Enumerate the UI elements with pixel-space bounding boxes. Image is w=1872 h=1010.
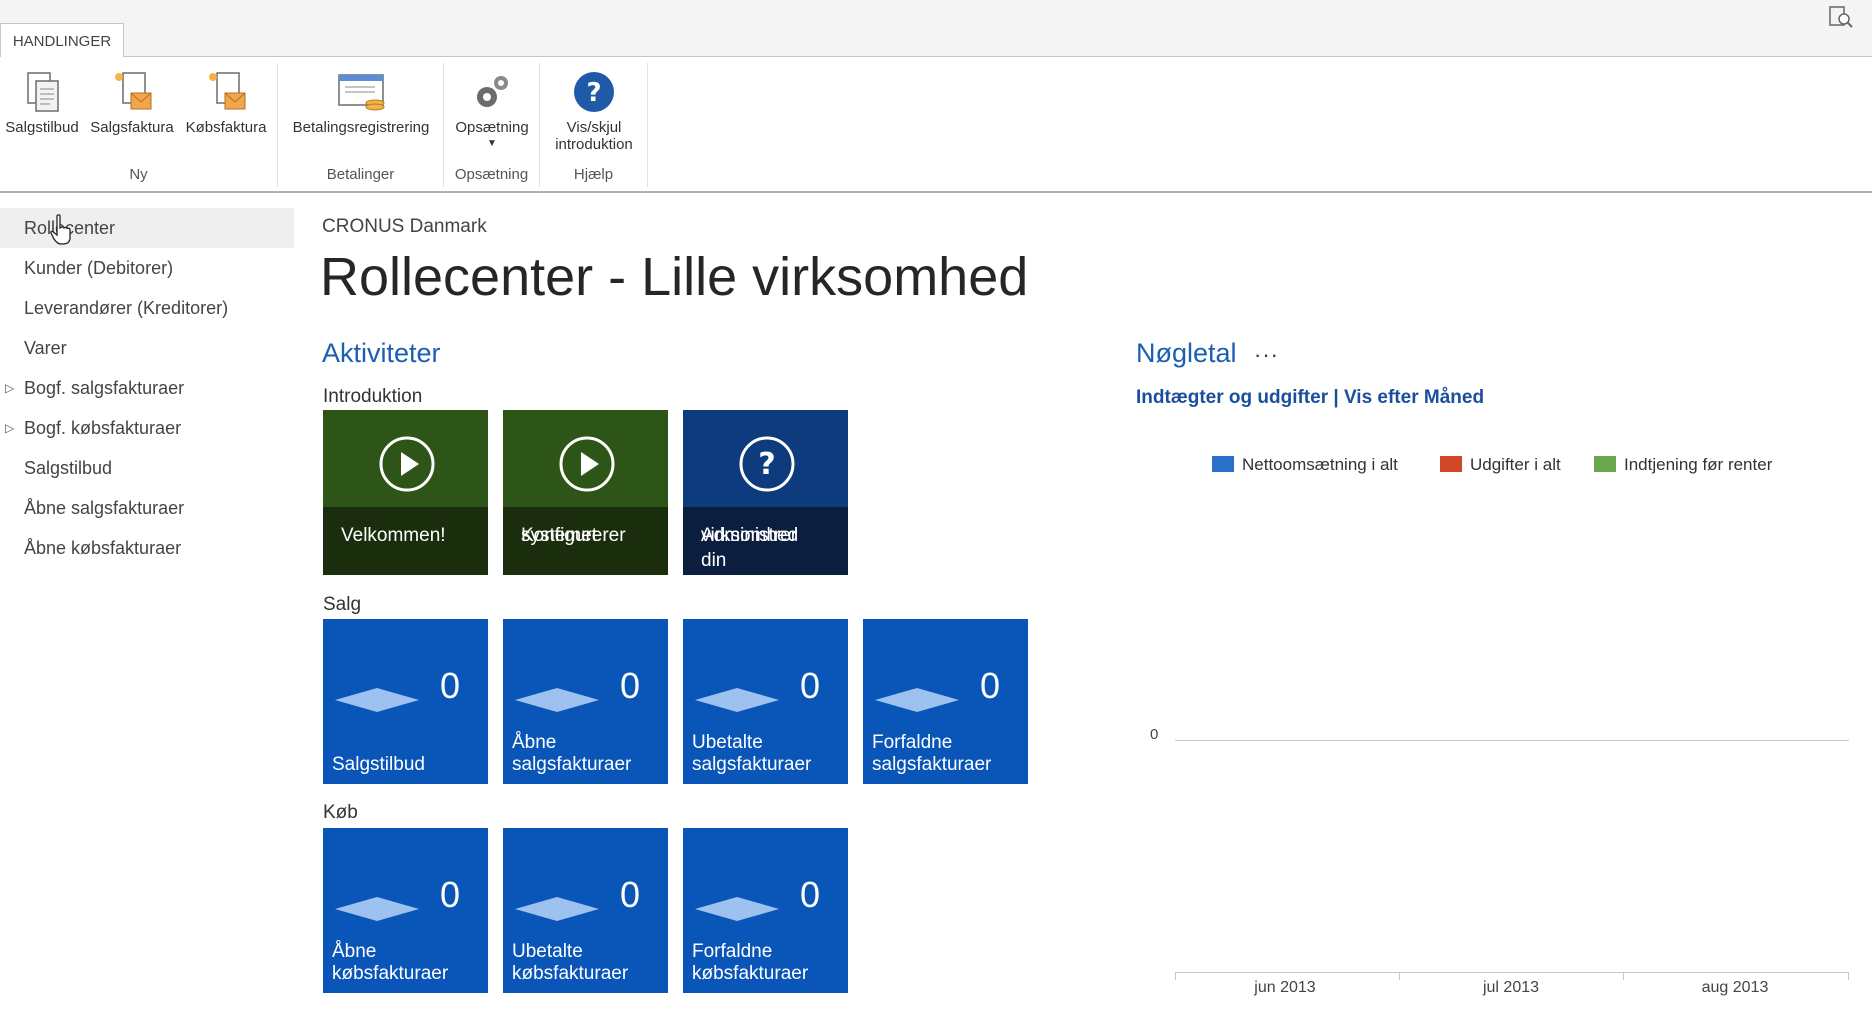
document-icon [27,72,59,112]
chart-legend-item: Indtjening før renter [1594,455,1772,475]
cue-icon [335,897,419,921]
cue-icon [875,688,959,712]
ribbon-group-ny: Salgstilbud Salgsfaktura Købsfaktura Ny [0,63,278,187]
play-icon [559,436,615,492]
svg-text:?: ? [758,447,775,482]
tile-count: 0 [619,665,640,706]
find-icon[interactable] [1828,4,1854,30]
ribbon-group-label: Opsætning [454,166,529,183]
chart-legend-item: Udgifter i alt [1440,455,1561,475]
chart-y-label: 0 [1150,726,1159,743]
cue-icon [695,897,779,921]
page-title: Rollecenter - Lille virksomhed [320,247,1029,307]
nav-item-kunder[interactable]: Kunder (Debitorer) [0,248,294,288]
chart-x-tick [1623,972,1624,980]
gears-icon [477,76,508,107]
keyfigures-subtitle-link[interactable]: Indtægter og udgifter | Vis efter Måned [1136,387,1484,409]
hand-cursor-icon [50,214,71,245]
ribbon-group-label: Betalinger [326,166,395,183]
svg-text:?: ? [586,78,601,108]
tile-konfigurerer-systemet[interactable]: Konfigurerer systemet [503,410,668,575]
tile-abne-salgsfakturaer[interactable]: 0 Åbne salgsfakturaer [503,619,668,784]
payment-registration-icon [338,74,385,111]
chart-x-label: aug 2013 [1701,979,1769,996]
salgsfaktura-button[interactable]: Salgsfaktura [88,69,176,136]
sales-label: Salg [323,594,362,615]
chart-legend-item: Nettoomsætning i alt [1212,455,1398,475]
tile-velkommen[interactable]: Velkommen! [323,410,488,575]
tab-handlinger[interactable]: HANDLINGER [0,23,124,57]
tile-count: 0 [799,665,820,706]
chart-x-tick [1848,972,1849,980]
ribbon-group-opsaetning: Opsætning ▼ Opsætning [444,63,540,187]
help-icon: ? [574,72,614,112]
chart-zero-line [1175,740,1849,741]
expand-arrow-icon[interactable]: ▷ [5,408,14,448]
keyfigures-title: Nøgletal [1136,338,1237,368]
ribbon-group-label: Ny [129,166,148,183]
new-invoice-icon [115,72,152,110]
nav-item-leverandorer[interactable]: Leverandører (Kreditorer) [0,288,294,328]
nav-item-abne-kobsfakturaer[interactable]: Åbne købsfakturaer [0,528,294,568]
tile-forfaldne-kobsfakturaer[interactable]: 0 Forfaldne købsfakturaer [683,828,848,993]
nav-item-varer[interactable]: Varer [0,328,294,368]
introduction-label: Introduktion [323,386,423,407]
ribbon-group-hjaelp: ? Vis/skjul introduktion Hjælp [540,63,648,187]
tile-count: 0 [979,665,1000,706]
ribbon-tab-bar: HANDLINGER [0,0,1872,57]
nav-item-abne-salgsfakturaer[interactable]: Åbne salgsfakturaer [0,488,294,528]
cue-icon [515,688,599,712]
vis-skjul-introduktion-button[interactable]: ? Vis/skjul introduktion [544,69,644,153]
nav-item-bogf-salgsfakturaer[interactable]: ▷ Bogf. salgsfakturaer [0,368,294,408]
ribbon-group-label: Hjælp [573,166,614,183]
chart-x-axis [1175,972,1849,973]
tile-count: 0 [799,874,820,915]
more-options-icon[interactable]: ··· [1254,342,1279,368]
ribbon-group-betalinger: Betalingsregistrering Betalinger [278,63,444,187]
tile-salgstilbud[interactable]: 0 Salgstilbud [323,619,488,784]
play-icon [379,436,435,492]
legend-swatch [1440,456,1462,472]
cue-icon [695,688,779,712]
question-icon: ? [739,436,795,492]
new-purchase-invoice-icon [209,72,246,110]
legend-swatch [1594,456,1616,472]
cue-icon [515,897,599,921]
tile-count: 0 [439,665,460,706]
chart-x-tick [1175,972,1176,980]
chart-x-label: jul 2013 [1482,979,1540,996]
expand-arrow-icon[interactable]: ▷ [5,368,14,408]
salgstilbud-button[interactable]: Salgstilbud [2,69,82,136]
chart-x-tick [1399,972,1400,980]
tile-abne-kobsfakturaer[interactable]: 0 Åbne købsfakturaer [323,828,488,993]
tile-forfaldne-salgsfakturaer[interactable]: 0 Forfaldne salgsfakturaer [863,619,1028,784]
kobsfaktura-button[interactable]: Købsfaktura [182,69,270,136]
tile-count: 0 [619,874,640,915]
activities-title: Aktiviteter [322,338,441,368]
tile-ubetalte-salgsfakturaer[interactable]: 0 Ubetalte salgsfakturaer [683,619,848,784]
chart-x-label: jun 2013 [1254,979,1316,996]
ribbon: Salgstilbud Salgsfaktura Købsfaktura Ny [0,57,1872,193]
legend-swatch [1212,456,1234,472]
navigation-pane: Rollecenter Kunder (Debitorer) Leverandø… [0,208,294,568]
tile-ubetalte-kobsfakturaer[interactable]: 0 Ubetalte købsfakturaer [503,828,668,993]
cue-icon [335,688,419,712]
opsaetning-button[interactable]: Opsætning ▼ [448,69,536,150]
dropdown-arrow-icon: ▼ [487,138,497,149]
nav-item-rollecenter[interactable]: Rollecenter [0,208,294,248]
purchase-label: Køb [323,802,358,823]
company-name: CRONUS Danmark [322,216,487,237]
nav-item-salgstilbud[interactable]: Salgstilbud [0,448,294,488]
nav-item-bogf-kobsfakturaer[interactable]: ▷ Bogf. købsfakturaer [0,408,294,448]
tile-count: 0 [439,874,460,915]
betalingsregistrering-button[interactable]: Betalingsregistrering [284,69,438,136]
tile-administrer-din-virksomhed[interactable]: ? Administrer din virksomhed [683,410,848,575]
